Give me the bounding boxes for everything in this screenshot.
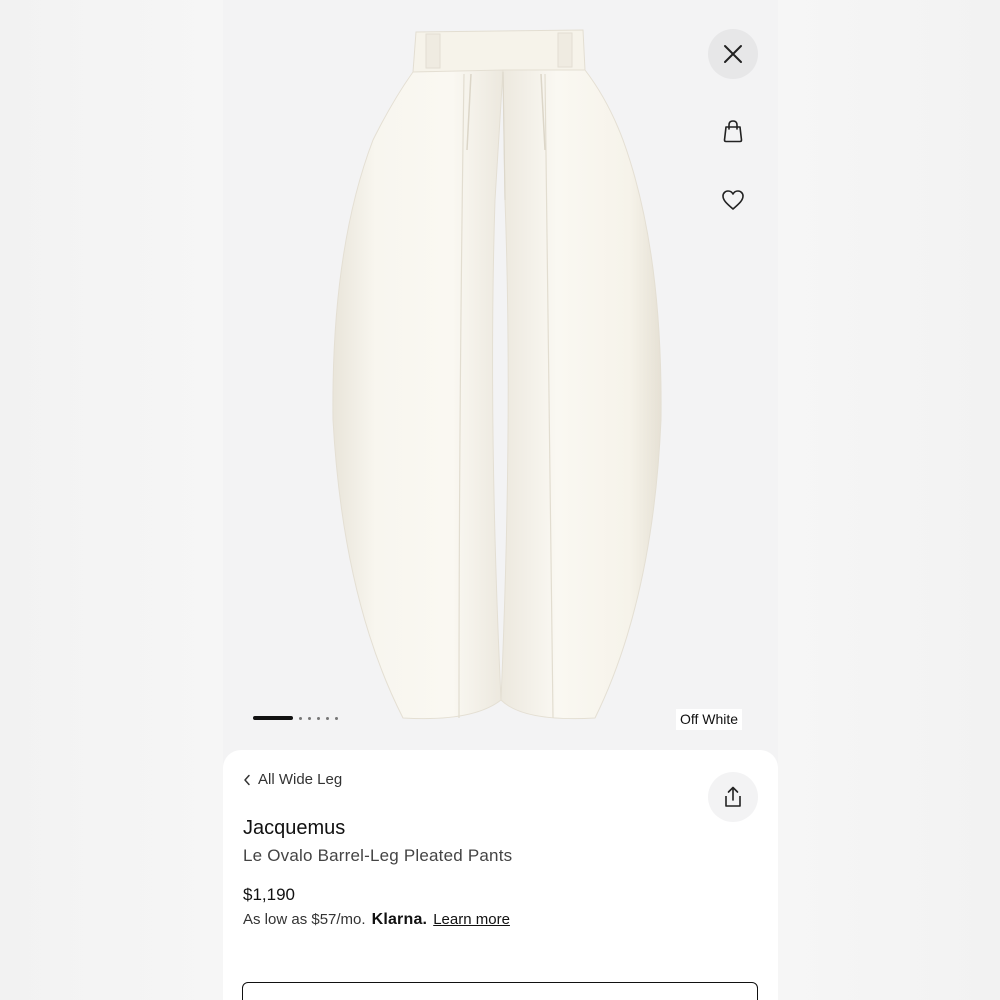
breadcrumb-label: All Wide Leg xyxy=(258,771,343,788)
pants-illustration xyxy=(332,29,662,720)
product-name: Le Ovalo Barrel-Leg Pleated Pants xyxy=(243,846,513,865)
heart-icon xyxy=(722,190,744,210)
pager-dot[interactable] xyxy=(308,716,311,720)
breadcrumb-back-link[interactable]: All Wide Leg xyxy=(243,771,342,788)
chevron-left-icon xyxy=(244,774,250,785)
pager-dot[interactable] xyxy=(335,716,338,720)
pager-dot[interactable] xyxy=(317,716,320,720)
product-details-sheet: All Wide Leg Jacquemus Le Ovalo Barrel-L… xyxy=(223,750,778,1000)
product-price: $1,190 xyxy=(243,885,295,904)
size-select-button[interactable] xyxy=(242,982,758,1000)
close-button[interactable] xyxy=(708,29,758,79)
klarna-logo: Klarna. xyxy=(371,911,428,928)
shopping-bag-button[interactable] xyxy=(718,115,748,147)
share-icon xyxy=(725,786,741,807)
klarna-financing: As low as $57/mo. Klarna. Learn more xyxy=(243,911,510,929)
learn-more-link[interactable]: Learn more xyxy=(433,911,510,928)
right-backdrop xyxy=(778,0,1000,1000)
product-brand[interactable]: Jacquemus xyxy=(243,817,345,840)
favorite-button[interactable] xyxy=(718,185,748,215)
pager-dot[interactable] xyxy=(299,716,302,720)
image-carousel-pager[interactable] xyxy=(253,716,338,720)
app-screen: Off White All Wide Leg Jacquemus Le Oval… xyxy=(223,0,778,1000)
color-label: Off White xyxy=(676,709,743,730)
pager-dot[interactable] xyxy=(326,716,329,720)
left-backdrop xyxy=(0,0,223,1000)
pager-indicator-active[interactable] xyxy=(253,716,293,720)
installment-text: As low as $57/mo. xyxy=(243,911,366,928)
close-icon xyxy=(724,45,742,63)
product-image[interactable] xyxy=(223,0,778,745)
shopping-bag-icon xyxy=(723,120,743,143)
share-button[interactable] xyxy=(708,772,758,822)
